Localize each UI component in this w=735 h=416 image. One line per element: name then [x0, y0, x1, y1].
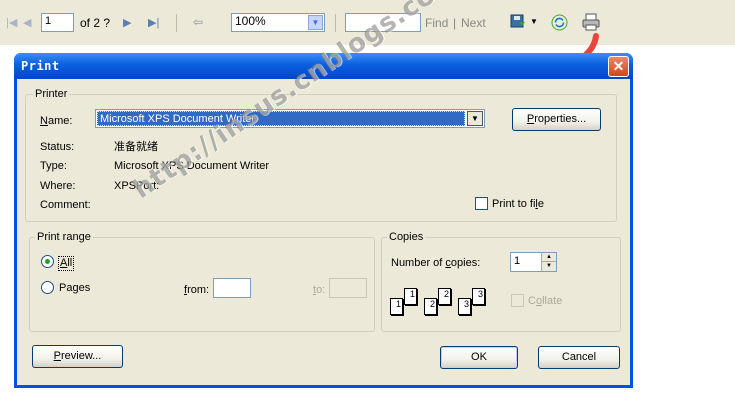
status-value: 准备就绪	[114, 140, 158, 153]
page-count-text: of 2 ?	[80, 16, 111, 30]
zoom-value: 100%	[235, 14, 266, 28]
print-range-group-label: Print range	[35, 231, 93, 243]
collate-page-icon: 2	[424, 298, 437, 315]
back-icon[interactable]: ⇦	[193, 16, 203, 28]
radio-selected-dot	[45, 259, 50, 264]
spin-up-icon[interactable]: ▲	[541, 253, 556, 262]
toolbar-separator	[176, 14, 177, 32]
print-to-file-label[interactable]: Print to file	[492, 198, 544, 211]
zoom-select[interactable]: 100% ▼	[231, 13, 325, 32]
to-label: to:	[313, 284, 326, 296]
collate-page-icon: 1	[390, 298, 403, 315]
close-icon[interactable]: ✕	[608, 56, 629, 77]
collate-page-icon: 1	[404, 288, 417, 305]
collate-checkbox[interactable]	[511, 294, 524, 307]
printer-name-select[interactable]: Microsoft XPS Document Writer ▼	[95, 109, 485, 128]
toolbar-separator	[335, 14, 336, 32]
copies-value: 1	[514, 255, 521, 267]
export-dropdown-icon[interactable]: ▼	[530, 17, 538, 26]
status-label: Status:	[40, 141, 75, 153]
type-label: Type:	[40, 160, 67, 172]
collate-page-icon: 3	[472, 288, 485, 305]
copies-spinner[interactable]: 1 ▲ ▼	[510, 252, 557, 272]
from-input[interactable]	[213, 278, 251, 298]
type-value: Microsoft XPS Document Writer	[114, 160, 270, 172]
preview-button[interactable]: Preview...	[32, 345, 123, 368]
refresh-icon[interactable]	[551, 14, 568, 31]
all-radio[interactable]	[41, 255, 54, 268]
printer-name-value: Microsoft XPS Document Writer	[97, 111, 465, 126]
next-page-icon[interactable]: ▶	[123, 18, 131, 29]
find-link[interactable]: Find	[425, 15, 448, 31]
last-page-icon[interactable]: ▶|	[148, 18, 159, 29]
chevron-down-icon[interactable]: ▼	[467, 111, 483, 126]
properties-button[interactable]: Properties...	[512, 108, 601, 131]
to-input[interactable]	[329, 278, 367, 298]
dialog-title: Print	[21, 59, 60, 73]
from-label: from:	[184, 284, 210, 296]
previous-page-icon[interactable]: ◀	[23, 18, 31, 29]
collate-label[interactable]: Collate	[528, 295, 562, 308]
cancel-button[interactable]: Cancel	[538, 346, 620, 369]
chevron-down-icon[interactable]: ▼	[308, 15, 323, 30]
all-label[interactable]: All	[58, 256, 75, 271]
where-label: Where:	[40, 180, 76, 192]
ok-button[interactable]: OK	[440, 346, 518, 369]
printer-group-label: Printer	[33, 88, 70, 100]
collate-page-icon: 2	[438, 288, 451, 305]
print-icon[interactable]	[582, 13, 600, 31]
pages-label[interactable]: Pages	[59, 282, 90, 295]
where-value: XPSPort:	[114, 180, 160, 192]
export-icon[interactable]	[510, 13, 526, 29]
dialog-titlebar[interactable]: Print ✕	[14, 53, 633, 79]
collate-page-icon: 3	[458, 298, 471, 315]
collate-illustration: 1 1 2 2 3 3	[389, 286, 494, 322]
print-dialog: Print ✕ Printer Name: Microsoft XPS Docu…	[14, 53, 633, 388]
next-link[interactable]: Next	[461, 15, 486, 31]
copies-group-label: Copies	[387, 231, 426, 243]
find-separator: |	[453, 16, 457, 30]
find-input[interactable]	[345, 13, 421, 32]
number-of-copies-label: Number of copies:	[391, 257, 481, 269]
first-page-icon[interactable]: |◀	[6, 18, 17, 29]
dialog-body: Printer Name: Microsoft XPS Document Wri…	[17, 79, 630, 385]
print-to-file-checkbox[interactable]	[475, 197, 488, 210]
report-viewer-toolbar: |◀ ◀ 1 of 2 ? ▶ ▶| ⇦ 100% ▼ Find | Next …	[0, 0, 735, 45]
printer-name-label: Name:	[40, 115, 73, 127]
pages-radio[interactable]	[41, 281, 54, 294]
page-number-input[interactable]: 1	[41, 13, 74, 32]
spin-down-icon[interactable]: ▼	[541, 262, 556, 271]
comment-label: Comment:	[40, 199, 91, 211]
